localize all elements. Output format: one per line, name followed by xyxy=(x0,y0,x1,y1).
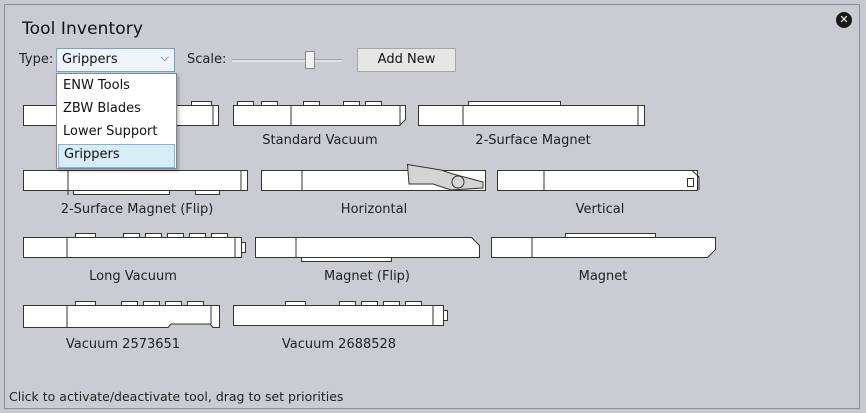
tool-label: 2-Surface Magnet xyxy=(475,133,591,148)
tool-label: Vacuum 2573651 xyxy=(65,337,181,352)
type-option-enw-tools[interactable]: ENW Tools xyxy=(58,75,175,97)
tool-shape xyxy=(418,101,645,126)
type-label: Type: xyxy=(19,52,54,67)
tool-label: 2-Surface Magnet (Flip) xyxy=(60,202,214,217)
tool-shape xyxy=(23,301,220,328)
tool-inventory-window: Tool Inventory ✕ Type: Grippers ⌵ Scale:… xyxy=(4,4,860,409)
type-option-zbw-blades[interactable]: ZBW Blades xyxy=(58,98,175,120)
tool-label: Long Vacuum xyxy=(89,269,177,284)
type-select-value: Grippers xyxy=(62,52,118,67)
tool-shape xyxy=(23,170,248,195)
tool-shape xyxy=(23,233,246,258)
type-select[interactable]: Grippers ⌵ xyxy=(56,48,175,72)
scale-label: Scale: xyxy=(187,52,227,67)
type-dropdown-list: ENW Tools ZBW Blades Lower Support Gripp… xyxy=(56,73,177,169)
tool-shape xyxy=(233,101,406,126)
scale-slider-track xyxy=(232,59,342,62)
scale-slider-thumb[interactable] xyxy=(305,51,315,69)
tool-label: Magnet xyxy=(578,269,628,284)
status-bar-text: Click to activate/deactivate tool, drag … xyxy=(9,389,344,404)
close-icon[interactable]: ✕ xyxy=(836,12,852,28)
tool-shape xyxy=(261,163,486,191)
chevron-down-icon: ⌵ xyxy=(160,51,169,64)
type-option-lower-support[interactable]: Lower Support xyxy=(58,121,175,143)
tool-2-surface-magnet[interactable] xyxy=(418,99,648,129)
tool-label: Vacuum 2688528 xyxy=(281,337,397,352)
tool-label: Horizontal xyxy=(340,202,408,217)
tool-vertical[interactable] xyxy=(497,168,707,198)
tool-magnet[interactable] xyxy=(491,233,721,263)
tool-2-surface-magnet-flip[interactable] xyxy=(23,168,253,200)
scale-slider[interactable] xyxy=(232,50,342,70)
tool-vacuum-2688528[interactable] xyxy=(233,301,453,333)
tool-standard-vacuum[interactable] xyxy=(233,99,413,129)
tool-vacuum-2573651[interactable] xyxy=(23,301,228,333)
tool-shape xyxy=(491,233,716,258)
tool-shape xyxy=(255,237,480,262)
tool-shape xyxy=(497,170,700,191)
add-new-button[interactable]: Add New xyxy=(357,48,456,72)
tool-label: Standard Vacuum xyxy=(262,133,378,148)
tool-label: Vertical xyxy=(575,202,625,217)
tool-magnet-flip[interactable] xyxy=(255,233,485,263)
tool-shape xyxy=(233,301,448,326)
tool-long-vacuum[interactable] xyxy=(23,233,248,263)
tool-horizontal[interactable] xyxy=(261,162,491,198)
type-option-grippers[interactable]: Grippers xyxy=(58,144,175,168)
window-title: Tool Inventory xyxy=(22,19,144,39)
tool-label: Magnet (Flip) xyxy=(324,269,410,284)
